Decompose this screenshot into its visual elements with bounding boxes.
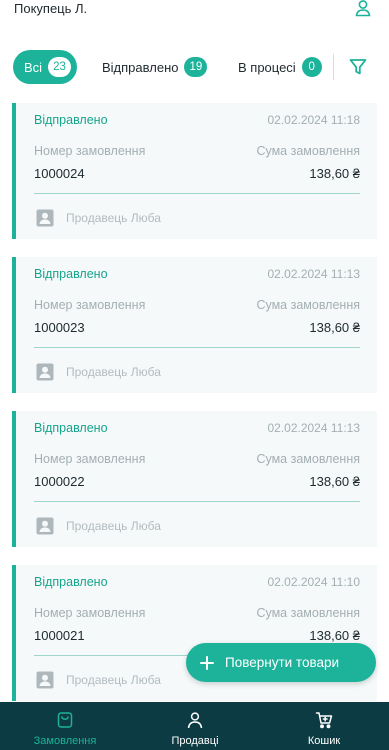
tab-all-count: 23 [48,57,71,77]
order-sum: 138,60 ₴ [309,628,360,643]
nav-cart[interactable]: Кошик [269,702,379,750]
order-number: 1000022 [34,474,85,489]
order-number: 1000024 [34,166,85,181]
seller-name: Продавець Люба [66,519,161,533]
nav-sellers-label: Продавці [171,735,219,747]
return-goods-label: Повернути товари [225,655,340,670]
order-status: Відправлено [34,575,108,589]
order-status: Відправлено [34,113,108,127]
nav-sellers[interactable]: Продавці [140,702,250,750]
seller-avatar-icon [36,671,54,689]
order-sum: 138,60 ₴ [309,474,360,489]
return-goods-button[interactable]: Повернути товари [186,643,376,682]
tab-all-label: Всі [24,59,43,75]
order-card[interactable]: Відправлено 02.02.2024 11:13 Номер замов… [12,411,377,547]
nav-orders-label: Замовлення [33,735,97,747]
shopping-bag-icon [56,711,74,729]
order-date: 02.02.2024 11:10 [267,575,360,589]
seller-avatar-icon [36,363,54,381]
tab-sent[interactable]: Відправлено 19 [102,50,208,84]
card-divider [34,193,360,194]
order-sum-label: Сума замовлення [256,452,360,466]
app-screen: Покупець Л. Всі 23 Відправлено 19 В проц… [0,0,389,750]
seller-avatar-icon [36,209,54,227]
order-sum-label: Сума замовлення [256,606,360,620]
card-divider [34,501,360,502]
order-sum: 138,60 ₴ [309,320,360,335]
tab-in-progress[interactable]: В процесі 0 [238,50,322,84]
seller-avatar-icon [36,517,54,535]
filter-divider [333,54,334,80]
tab-sent-count: 19 [184,57,208,77]
cart-icon [315,711,333,729]
order-number-label: Номер замовлення [34,452,146,466]
tab-in-progress-label: В процесі [238,59,296,75]
order-sum-label: Сума замовлення [256,144,360,158]
order-number-label: Номер замовлення [34,144,146,158]
order-card[interactable]: Відправлено 02.02.2024 11:18 Номер замов… [12,103,377,239]
buyer-name: Покупець Л. [14,1,88,16]
order-date: 02.02.2024 11:13 [267,421,360,435]
order-number: 1000021 [34,628,85,643]
order-status: Відправлено [34,421,108,435]
order-date: 02.02.2024 11:18 [267,113,360,127]
order-sum: 138,60 ₴ [309,166,360,181]
plus-icon [199,655,215,671]
tab-in-progress-count: 0 [301,57,322,77]
seller-name: Продавець Люба [66,673,161,687]
order-date: 02.02.2024 11:13 [267,267,360,281]
seller-name: Продавець Люба [66,365,161,379]
filter-icon[interactable] [347,56,369,78]
order-sum-label: Сума замовлення [256,298,360,312]
order-number-label: Номер замовлення [34,298,146,312]
card-divider [34,347,360,348]
nav-orders[interactable]: Замовлення [10,702,120,750]
user-icon[interactable] [353,0,373,18]
person-icon [186,711,204,729]
status-filter-bar: Всі 23 Відправлено 19 В процесі 0 [0,50,389,86]
order-number-label: Номер замовлення [34,606,146,620]
order-card[interactable]: Відправлено 02.02.2024 11:13 Номер замов… [12,257,377,393]
tab-sent-label: Відправлено [102,59,179,75]
nav-cart-label: Кошик [307,735,341,747]
header: Покупець Л. [0,0,389,30]
order-status: Відправлено [34,267,108,281]
bottom-navigation: Замовлення Продавці Кошик [0,702,389,750]
order-number: 1000023 [34,320,85,335]
seller-name: Продавець Люба [66,211,161,225]
tab-all[interactable]: Всі 23 [13,50,77,84]
